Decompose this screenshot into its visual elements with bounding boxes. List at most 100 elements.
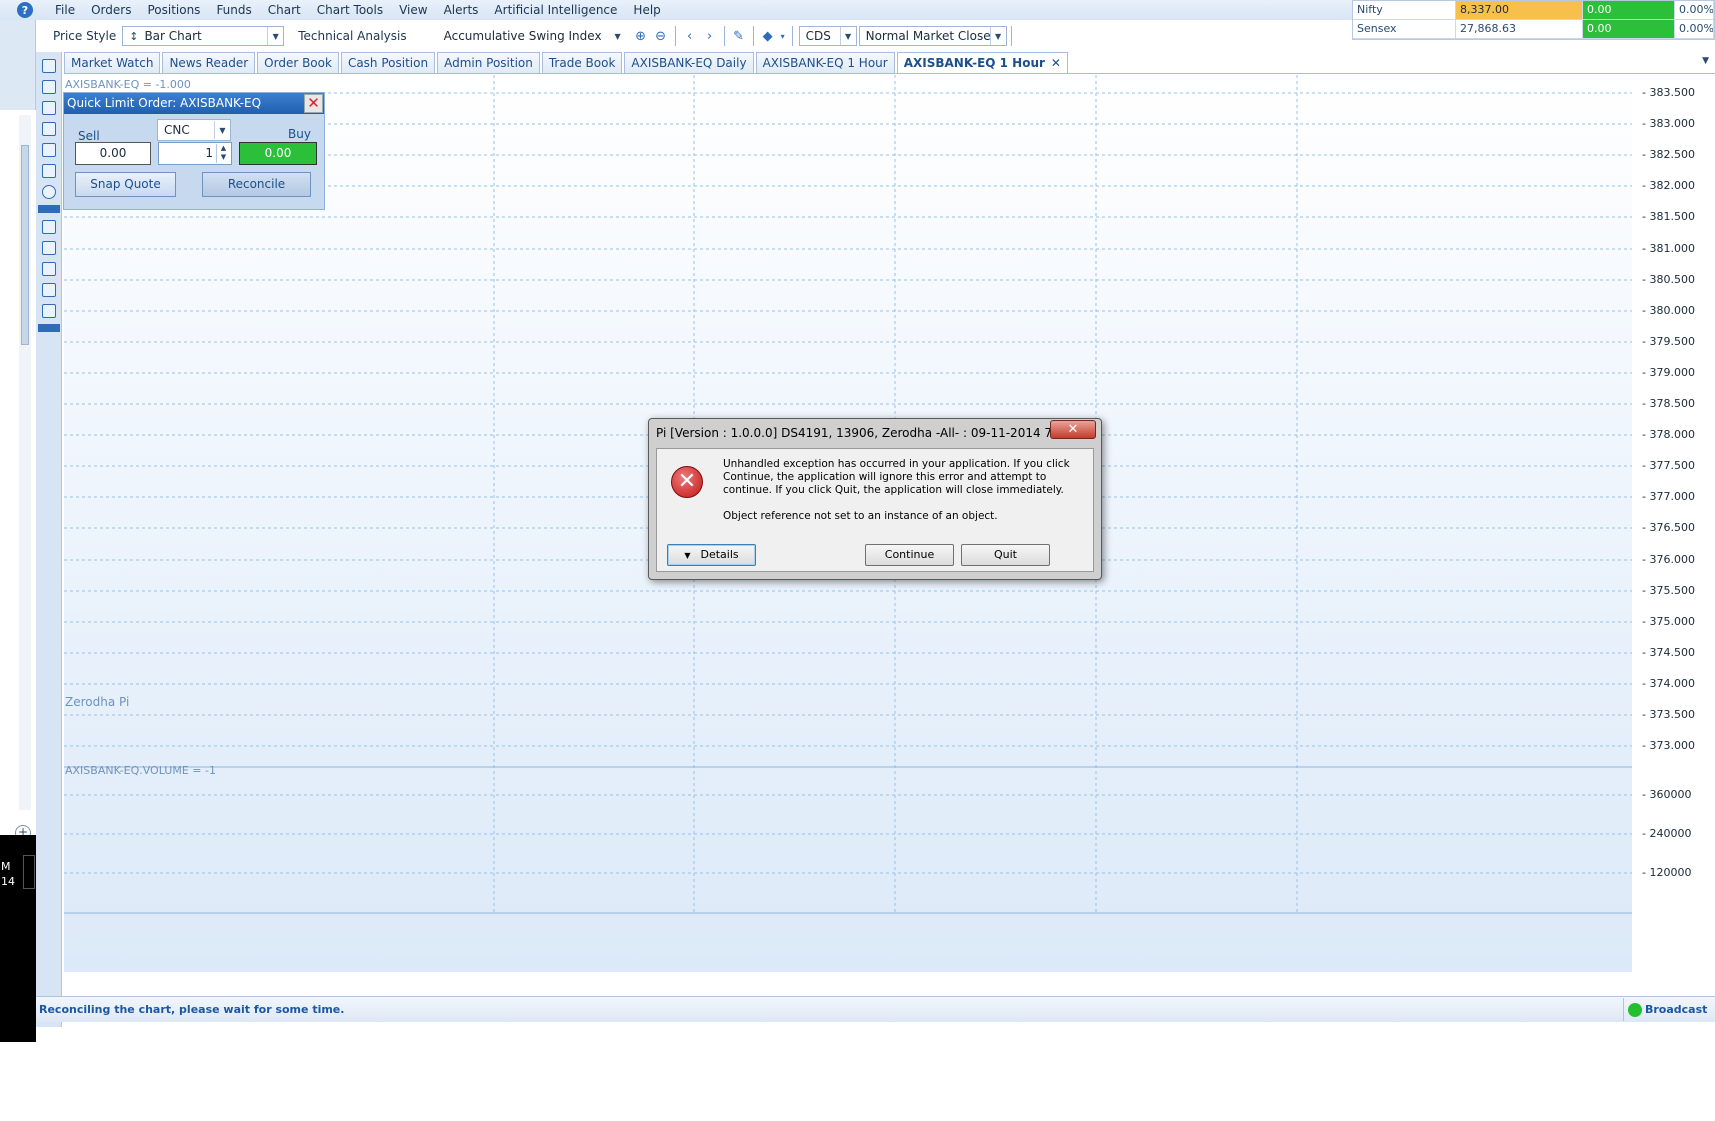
price-tick-label: - 377.000 [1642, 490, 1695, 503]
ticker-row-sensex[interactable]: Sensex 27,868.63 0.00 0.00% [1353, 20, 1714, 39]
save-icon[interactable] [42, 164, 56, 178]
menu-file[interactable]: File [47, 0, 83, 20]
chart-tools-strip [36, 52, 62, 1027]
menu-funds[interactable]: Funds [208, 0, 259, 20]
ticker-name: Nifty [1353, 1, 1456, 19]
details-label: Details [700, 548, 739, 561]
left-pane-header [0, 20, 36, 110]
map-icon[interactable] [42, 241, 56, 255]
price-axis: - 383.500 - 383.000 - 382.500 - 382.000 - 38… [1642, 75, 1715, 972]
dark-panel: M 14 [0, 835, 36, 1042]
sell-price-field[interactable]: 0.00 [75, 142, 151, 165]
broadcast-indicator[interactable]: Broadcast [1623, 998, 1715, 1021]
zoom-out-icon[interactable]: ⊖ [651, 26, 671, 46]
status-bar: Reconciling the chart, please wait for s… [36, 996, 1715, 1022]
layers-icon[interactable] [42, 262, 56, 276]
exchange-select[interactable]: CDS ▼ [798, 26, 857, 46]
menu-orders[interactable]: Orders [83, 0, 139, 20]
snap-quote-button[interactable]: Snap Quote [75, 172, 176, 197]
toolbox-icon[interactable] [42, 304, 56, 318]
price-tick-label: - 383.500 [1642, 86, 1695, 99]
reconcile-button[interactable]: Reconcile [202, 172, 311, 197]
chart-area-icon[interactable] [42, 80, 56, 94]
details-button[interactable]: ▼ Details [667, 544, 756, 566]
toolbar-divider [752, 26, 754, 46]
chevron-down-icon: ▼ [214, 121, 230, 139]
chevron-down-icon: ▼ [267, 27, 283, 45]
expand-icon: ▼ [684, 551, 691, 560]
chevron-down-icon[interactable]: ▾ [778, 26, 788, 46]
continue-button[interactable]: Continue [865, 544, 954, 566]
indicator-select[interactable]: Accumulative Swing Index ▼ [412, 26, 627, 46]
eraser-icon[interactable]: ◆ [758, 26, 778, 46]
quantity-stepper[interactable]: 1 ▲ ▼ [158, 142, 232, 165]
bar-chart-icon: ↕ [129, 29, 139, 43]
menu-view[interactable]: View [391, 0, 435, 20]
close-icon[interactable]: ✕ [304, 94, 323, 113]
error-icon: ✕ [671, 466, 703, 498]
ticker-percent: 0.00% [1675, 1, 1714, 19]
close-icon[interactable]: ✕ [1050, 420, 1096, 439]
left-pane: + M 14 [0, 20, 36, 1042]
tab-market-watch[interactable]: Market Watch [64, 52, 161, 73]
tab-axisbank-1-hour-active[interactable]: AXISBANK-EQ 1 Hour ✕ [896, 52, 1068, 73]
ticker-price: 27,868.63 [1456, 20, 1583, 38]
quantity-value: 1 [205, 146, 213, 160]
tab-admin-position[interactable]: Admin Position [437, 52, 540, 73]
tab-order-book[interactable]: Order Book [257, 52, 339, 73]
quit-button[interactable]: Quit [961, 544, 1050, 566]
technical-analysis-label: Technical Analysis [298, 29, 407, 43]
buy-price-field[interactable]: 0.00 [239, 142, 317, 165]
scroll-right-icon[interactable]: › [700, 26, 720, 46]
rocket-icon[interactable] [42, 122, 56, 136]
broadcast-label: Broadcast [1645, 1003, 1708, 1016]
tab-news-reader[interactable]: News Reader [162, 52, 256, 73]
tab-axisbank-1-hour[interactable]: AXISBANK-EQ 1 Hour [755, 52, 895, 73]
book-icon[interactable] [42, 220, 56, 234]
stepper-arrows-icon[interactable]: ▲ ▼ [216, 144, 230, 163]
price-tick-label: - 382.500 [1642, 148, 1695, 161]
price-tick-label: - 379.500 [1642, 335, 1695, 348]
tab-trade-book[interactable]: Trade Book [541, 52, 623, 73]
scroll-left-icon[interactable]: ‹ [680, 26, 700, 46]
price-style-select[interactable]: ↕ Bar Chart ▼ [122, 26, 285, 46]
menu-help[interactable]: Help [625, 0, 668, 20]
strip-collapse-bar[interactable] [38, 205, 60, 213]
tabs-dropdown-icon[interactable]: ▼ [1702, 56, 1709, 66]
product-type-select[interactable]: CNC ▼ [157, 119, 231, 141]
index-ticker: Nifty 8,337.00 0.00 0.00% Sensex 27,868.… [1352, 0, 1715, 40]
tab-cash-position[interactable]: Cash Position [340, 52, 436, 73]
bar-graph-icon[interactable] [42, 101, 56, 115]
briefcase-icon[interactable] [42, 283, 56, 297]
price-tick-label: - 379.000 [1642, 366, 1695, 379]
close-icon[interactable]: ✕ [1051, 56, 1061, 70]
price-tick-label: - 378.000 [1642, 428, 1695, 441]
chevron-down-icon: ▼ [614, 31, 621, 41]
question-icon[interactable]: ? [17, 2, 33, 18]
ticker-name: Sensex [1353, 20, 1456, 38]
vertical-scrollbar[interactable] [19, 115, 31, 810]
menu-artificial-intelligence[interactable]: Artificial Intelligence [486, 0, 625, 20]
price-tick-label: - 374.000 [1642, 677, 1695, 690]
scrollbar-thumb[interactable] [21, 145, 29, 345]
price-series-label: AXISBANK-EQ = -1.000 [65, 78, 191, 91]
price-tick-label: - 378.500 [1642, 397, 1695, 410]
menu-chart[interactable]: Chart [260, 0, 309, 20]
dark-panel-frame [23, 855, 35, 889]
menu-positions[interactable]: Positions [139, 0, 208, 20]
support-icon[interactable] [42, 185, 56, 199]
dialog-body: ✕ Unhandled exception has occurred in yo… [656, 448, 1094, 572]
edit-icon[interactable]: ✎ [729, 26, 749, 46]
dialog-title-bar[interactable]: Pi [Version : 1.0.0.0] DS4191, 13906, Ze… [649, 419, 1101, 447]
menu-chart-tools[interactable]: Chart Tools [309, 0, 391, 20]
price-tick-label: - 383.000 [1642, 117, 1695, 130]
zoom-in-icon[interactable]: ⊕ [631, 26, 651, 46]
ticker-row-nifty[interactable]: Nifty 8,337.00 0.00 0.00% [1353, 1, 1714, 20]
ticker-percent: 0.00% [1675, 20, 1714, 38]
excel-export-icon[interactable] [42, 59, 56, 73]
menu-alerts[interactable]: Alerts [436, 0, 487, 20]
strip-collapse-bar[interactable] [38, 324, 60, 332]
session-select[interactable]: Normal Market Close ▼ [858, 26, 1007, 46]
template-icon[interactable] [42, 143, 56, 157]
tab-axisbank-daily[interactable]: AXISBANK-EQ Daily [624, 52, 754, 73]
